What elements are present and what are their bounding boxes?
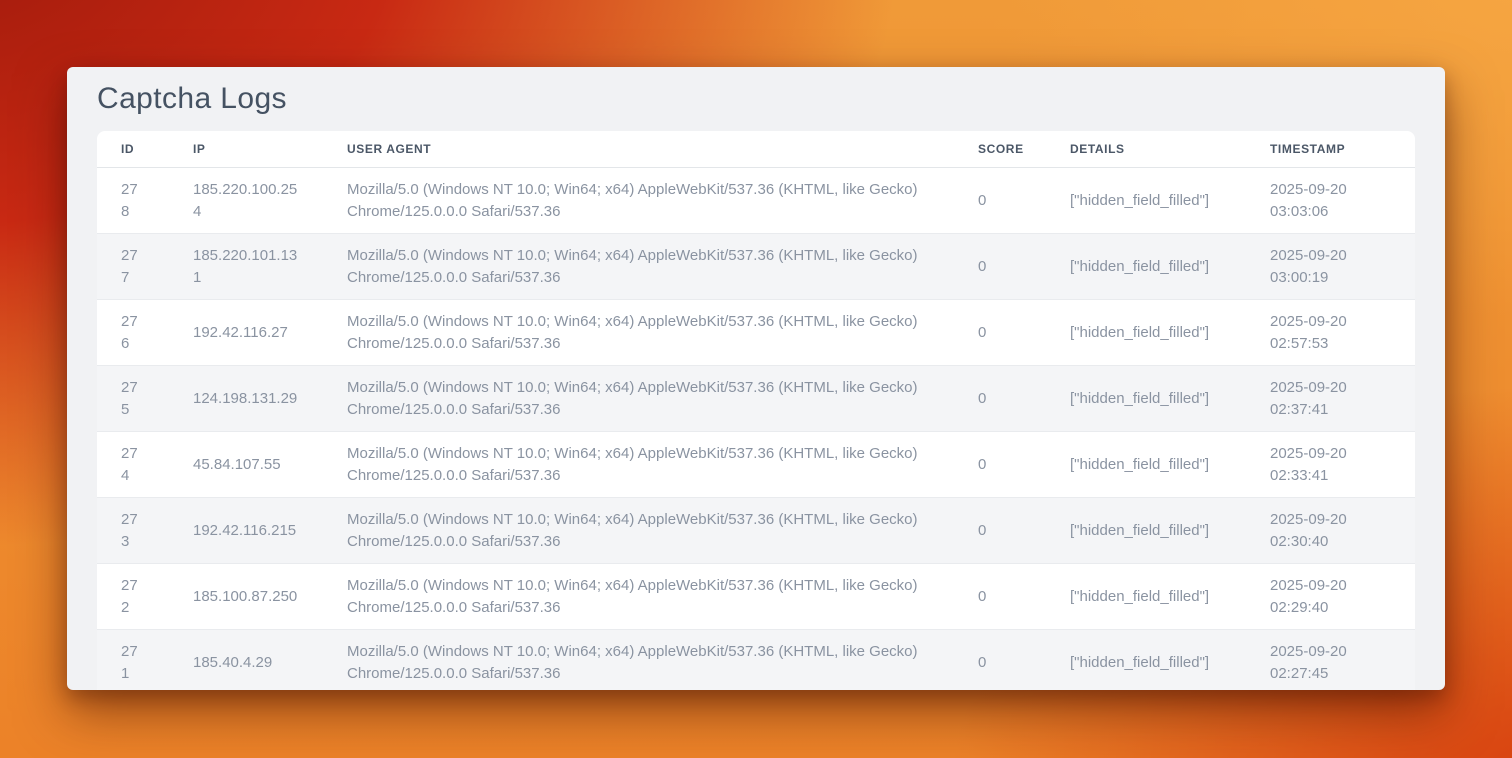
cell-user-agent: Mozilla/5.0 (Windows NT 10.0; Win64; x64… (323, 168, 954, 234)
logs-table-body: 278 185.220.100.254 Mozilla/5.0 (Windows… (97, 168, 1415, 691)
cell-user-agent: Mozilla/5.0 (Windows NT 10.0; Win64; x64… (323, 234, 954, 300)
cell-timestamp: 2025-09-20 02:33:41 (1246, 432, 1415, 498)
table-row: 278 185.220.100.254 Mozilla/5.0 (Windows… (97, 168, 1415, 234)
cell-ip: 45.84.107.55 (169, 432, 323, 498)
cell-id: 275 (97, 366, 169, 432)
cell-ip: 124.198.131.29 (169, 366, 323, 432)
cell-user-agent: Mozilla/5.0 (Windows NT 10.0; Win64; x64… (323, 366, 954, 432)
cell-ip: 185.220.100.254 (169, 168, 323, 234)
cell-timestamp: 2025-09-20 03:00:19 (1246, 234, 1415, 300)
cell-id: 277 (97, 234, 169, 300)
cell-score: 0 (954, 630, 1046, 691)
logs-table-header: ID IP USER AGENT SCORE DETAILS TIMESTAMP (97, 131, 1415, 168)
cell-id: 276 (97, 300, 169, 366)
cell-timestamp: 2025-09-20 02:57:53 (1246, 300, 1415, 366)
table-row: 273 192.42.116.215 Mozilla/5.0 (Windows … (97, 498, 1415, 564)
cell-id: 278 (97, 168, 169, 234)
cell-timestamp: 2025-09-20 02:37:41 (1246, 366, 1415, 432)
cell-id: 271 (97, 630, 169, 691)
column-header-user-agent: USER AGENT (323, 131, 954, 168)
captcha-logs-card: Captcha Logs ID IP USER AGENT SCORE DETA… (67, 67, 1445, 690)
cell-details: ["hidden_field_filled"] (1046, 300, 1246, 366)
cell-timestamp: 2025-09-20 03:03:06 (1246, 168, 1415, 234)
cell-user-agent: Mozilla/5.0 (Windows NT 10.0; Win64; x64… (323, 300, 954, 366)
column-header-id: ID (97, 131, 169, 168)
cell-score: 0 (954, 366, 1046, 432)
cell-user-agent: Mozilla/5.0 (Windows NT 10.0; Win64; x64… (323, 432, 954, 498)
cell-ip: 185.40.4.29 (169, 630, 323, 691)
table-row: 274 45.84.107.55 Mozilla/5.0 (Windows NT… (97, 432, 1415, 498)
cell-score: 0 (954, 234, 1046, 300)
cell-ip: 185.100.87.250 (169, 564, 323, 630)
cell-details: ["hidden_field_filled"] (1046, 564, 1246, 630)
cell-details: ["hidden_field_filled"] (1046, 366, 1246, 432)
cell-user-agent: Mozilla/5.0 (Windows NT 10.0; Win64; x64… (323, 630, 954, 691)
logs-table-container: ID IP USER AGENT SCORE DETAILS TIMESTAMP… (97, 131, 1415, 690)
table-row: 271 185.40.4.29 Mozilla/5.0 (Windows NT … (97, 630, 1415, 691)
table-row: 277 185.220.101.131 Mozilla/5.0 (Windows… (97, 234, 1415, 300)
column-header-details: DETAILS (1046, 131, 1246, 168)
cell-details: ["hidden_field_filled"] (1046, 630, 1246, 691)
cell-details: ["hidden_field_filled"] (1046, 234, 1246, 300)
column-header-score: SCORE (954, 131, 1046, 168)
logs-table: ID IP USER AGENT SCORE DETAILS TIMESTAMP… (97, 131, 1415, 690)
cell-timestamp: 2025-09-20 02:27:45 (1246, 630, 1415, 691)
cell-details: ["hidden_field_filled"] (1046, 168, 1246, 234)
cell-user-agent: Mozilla/5.0 (Windows NT 10.0; Win64; x64… (323, 564, 954, 630)
cell-ip: 192.42.116.27 (169, 300, 323, 366)
column-header-ip: IP (169, 131, 323, 168)
cell-timestamp: 2025-09-20 02:30:40 (1246, 498, 1415, 564)
table-row: 276 192.42.116.27 Mozilla/5.0 (Windows N… (97, 300, 1415, 366)
cell-ip: 192.42.116.215 (169, 498, 323, 564)
cell-user-agent: Mozilla/5.0 (Windows NT 10.0; Win64; x64… (323, 498, 954, 564)
cell-score: 0 (954, 300, 1046, 366)
cell-score: 0 (954, 168, 1046, 234)
cell-timestamp: 2025-09-20 02:29:40 (1246, 564, 1415, 630)
table-row: 272 185.100.87.250 Mozilla/5.0 (Windows … (97, 564, 1415, 630)
cell-id: 273 (97, 498, 169, 564)
cell-score: 0 (954, 564, 1046, 630)
cell-score: 0 (954, 498, 1046, 564)
cell-score: 0 (954, 432, 1046, 498)
header-row: ID IP USER AGENT SCORE DETAILS TIMESTAMP (97, 131, 1415, 168)
table-row: 275 124.198.131.29 Mozilla/5.0 (Windows … (97, 366, 1415, 432)
cell-details: ["hidden_field_filled"] (1046, 432, 1246, 498)
page-title: Captcha Logs (97, 81, 1415, 117)
cell-id: 272 (97, 564, 169, 630)
column-header-timestamp: TIMESTAMP (1246, 131, 1415, 168)
cell-id: 274 (97, 432, 169, 498)
cell-ip: 185.220.101.131 (169, 234, 323, 300)
cell-details: ["hidden_field_filled"] (1046, 498, 1246, 564)
